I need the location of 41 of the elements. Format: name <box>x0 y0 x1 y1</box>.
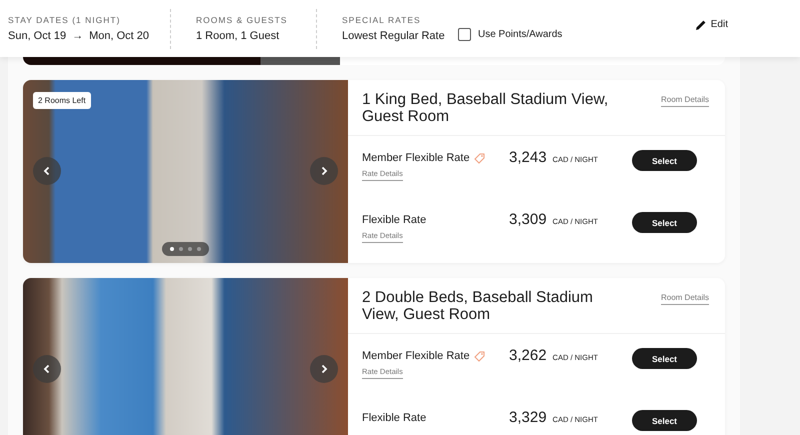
next-photo-button[interactable] <box>310 157 338 185</box>
rooms-guests-label: ROOMS & GUESTS <box>196 15 288 25</box>
pencil-icon <box>694 18 707 30</box>
points-checkbox[interactable] <box>458 28 471 41</box>
chevron-left-icon <box>43 364 51 374</box>
arrow-glyph: → <box>72 30 84 42</box>
edit-button[interactable]: Edit <box>694 18 728 30</box>
room-details-link[interactable]: Room Details <box>660 293 709 305</box>
select-button[interactable]: Select <box>632 348 697 369</box>
special-rates-value: Lowest Regular Rate <box>342 30 446 42</box>
select-button[interactable]: Select <box>632 150 697 171</box>
room-details-link[interactable]: Room Details <box>660 95 709 107</box>
previous-photo-button[interactable] <box>33 157 61 185</box>
select-button[interactable]: Select <box>632 410 697 431</box>
check-in-date: Sun, Oct 19 <box>8 30 66 42</box>
chevron-right-icon <box>320 166 328 176</box>
price-amount: 3,262 <box>509 347 547 364</box>
rate-name: Member Flexible Rate <box>362 350 470 362</box>
rooms-guests-value: 1 Room, 1 Guest <box>196 30 280 42</box>
price-amount: 3,309 <box>509 211 547 228</box>
price-amount: 3,243 <box>509 149 547 166</box>
previous-photo-button[interactable] <box>33 355 61 383</box>
room-title: 1 King Bed, Baseball Stadium View, Guest Room <box>362 91 610 125</box>
room-title: 2 Double Beds, Baseball Stadium View, Guest Room <box>362 289 594 323</box>
pager-dot[interactable] <box>179 247 183 251</box>
pager-dot[interactable] <box>188 247 192 251</box>
price-amount: 3,329 <box>509 409 547 426</box>
rate-name: Member Flexible Rate <box>362 152 470 164</box>
select-button[interactable]: Select <box>632 212 697 233</box>
pager-dot[interactable] <box>197 247 201 251</box>
chevron-right-icon <box>320 364 328 374</box>
rooms-left-badge: 2 Rooms Left <box>33 92 91 109</box>
rate-name: Flexible Rate <box>362 412 426 424</box>
next-photo-button[interactable] <box>310 355 338 383</box>
stay-dates-label: STAY DATES (1 NIGHT) <box>8 15 122 25</box>
check-out-date: Mon, Oct 20 <box>89 30 150 42</box>
rate-name: Flexible Rate <box>362 214 426 226</box>
points-label: Use Points/Awards <box>478 29 562 40</box>
special-rates-label: SPECIAL RATES <box>342 15 422 25</box>
chevron-left-icon <box>43 166 51 176</box>
pager-dot[interactable] <box>170 247 174 251</box>
